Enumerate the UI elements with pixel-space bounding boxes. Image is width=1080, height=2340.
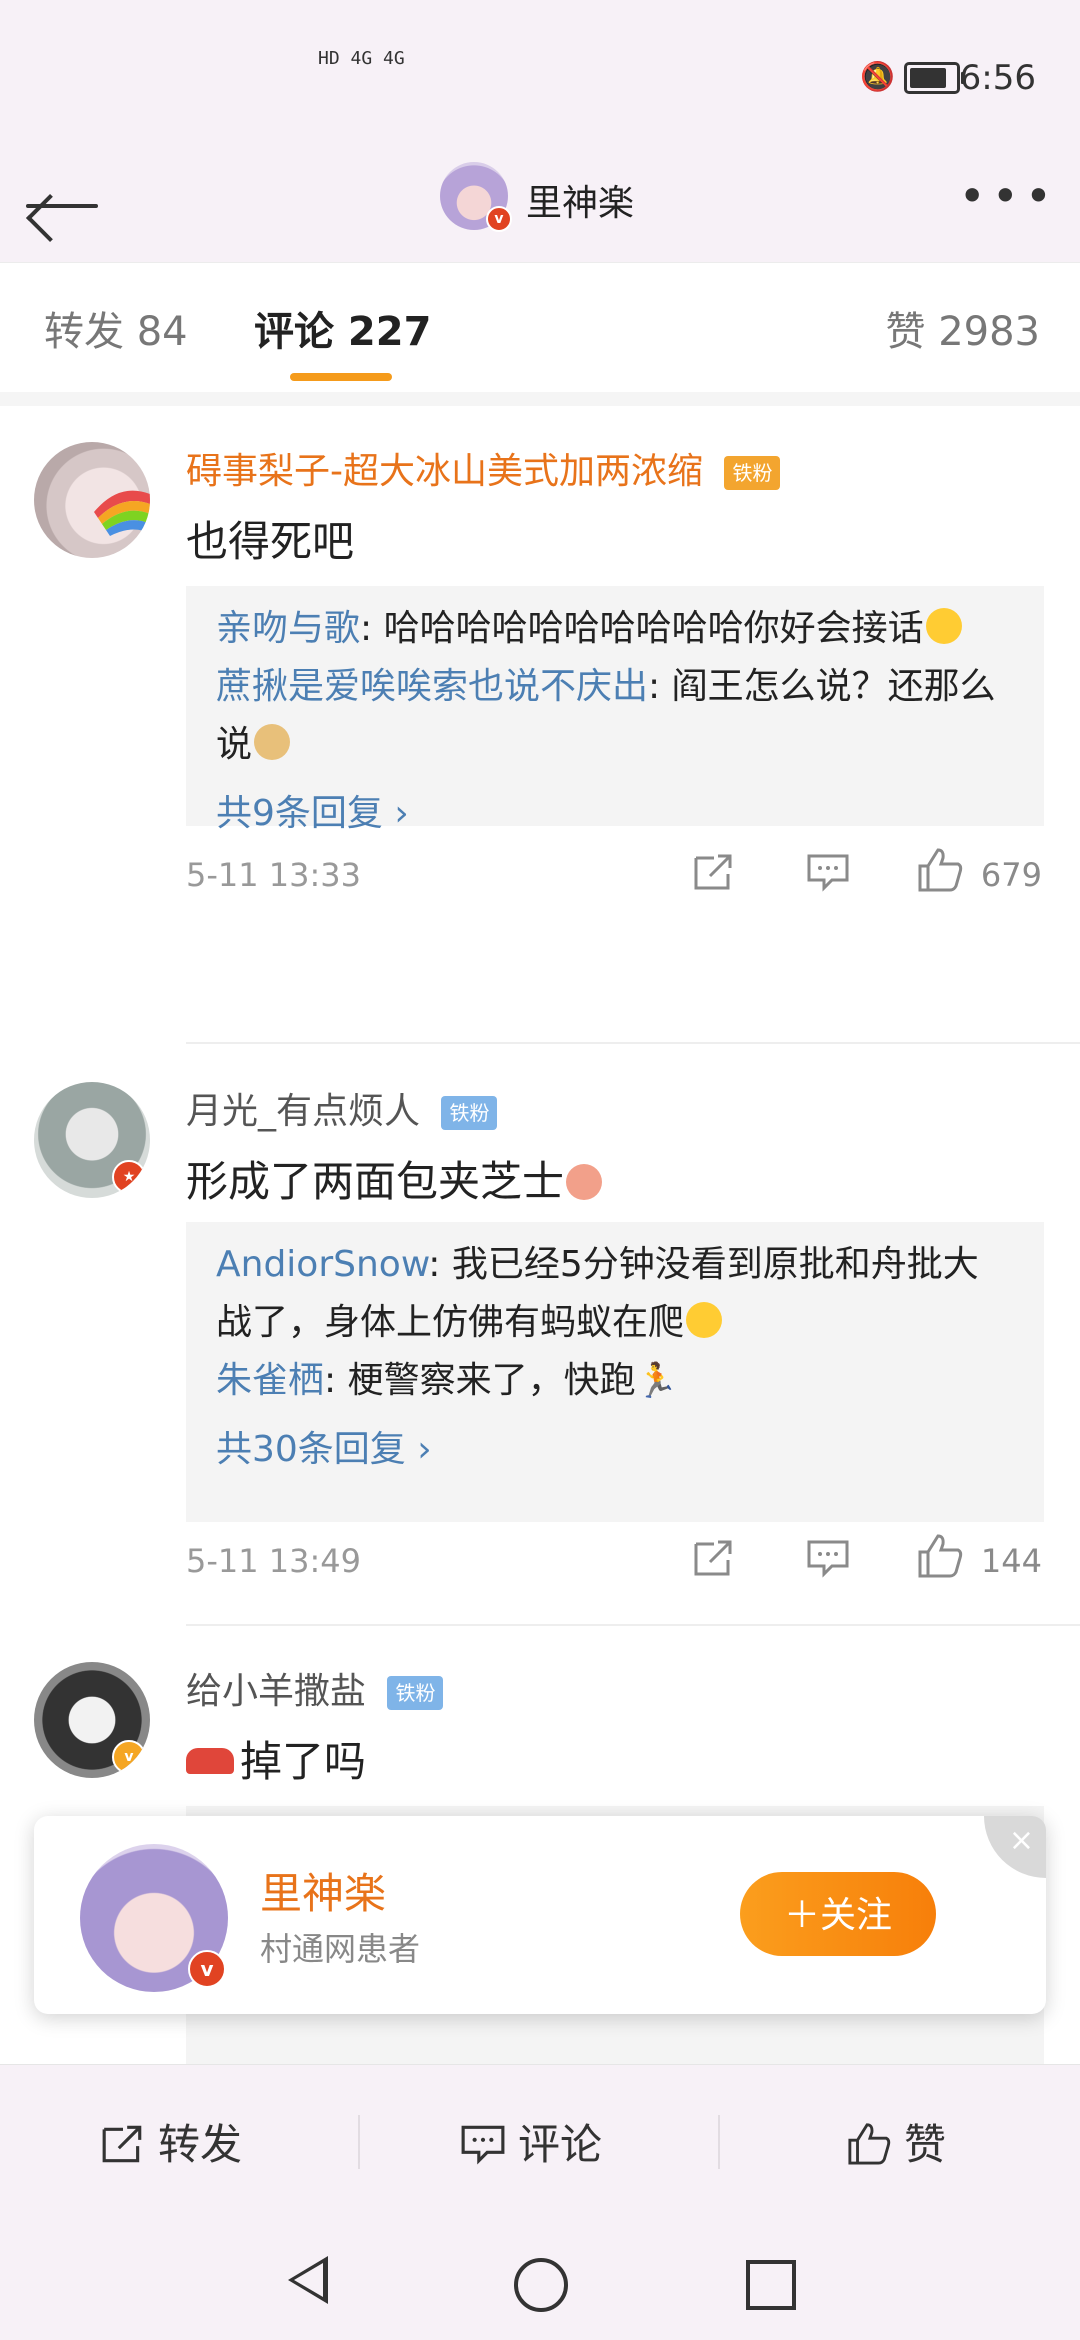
reply-button[interactable] xyxy=(806,852,850,892)
repost-button[interactable]: 转发 xyxy=(100,2111,242,2172)
battery-icon xyxy=(904,62,965,94)
reply-author[interactable]: 朱雀栖 xyxy=(216,1360,324,1401)
reply-item: 亲吻与歌: 哈哈哈哈哈哈哈哈哈哈你好会接话 xyxy=(186,586,1044,658)
nav-home-icon[interactable] xyxy=(514,2258,568,2312)
view-all-replies-link[interactable]: 共9条回复 › xyxy=(186,774,1044,836)
like-label: 赞 xyxy=(904,2120,947,2169)
verified-icon: v xyxy=(486,206,512,232)
comment-text: 形成了两面包夹芝士 xyxy=(186,1148,603,1209)
tab-bar: 转发 84 评论 227 赞 2983 xyxy=(0,262,1080,395)
fan-badge: 铁粉 xyxy=(387,1676,444,1710)
repost-label: 转发 xyxy=(158,2120,243,2169)
reply-button[interactable] xyxy=(806,1538,850,1578)
signal-indicator: HD 4G 4G xyxy=(318,48,405,69)
follow-card: v 里神楽 村通网患者 ＋关注 × xyxy=(34,1816,1046,2014)
comment-button[interactable]: 评论 xyxy=(460,2111,602,2172)
close-icon[interactable]: × xyxy=(984,1816,1046,1878)
header: v 里神楽 ••• xyxy=(0,150,1080,262)
tab-likes[interactable]: 赞 2983 xyxy=(885,299,1040,357)
sticker-emoji-icon xyxy=(566,1164,603,1200)
more-options-button[interactable]: ••• xyxy=(959,173,1058,219)
author-name[interactable]: 里神楽 xyxy=(260,1860,386,1921)
verified-icon: v xyxy=(112,1740,146,1774)
comment-username[interactable]: 碍事梨子-超大冰山美式加两浓缩 铁粉 xyxy=(186,442,781,494)
username-text[interactable]: 碍事梨子-超大冰山美式加两浓缩 xyxy=(186,451,703,492)
comment-time: 5-11 13:49 xyxy=(186,1542,362,1580)
comment-label: 评论 xyxy=(518,2120,603,2169)
divider xyxy=(186,1624,1080,1626)
comment-text-content: 掉了吗 xyxy=(240,1737,367,1786)
reply-author[interactable]: AndiorSnow xyxy=(216,1244,428,1285)
reply-item: AndiorSnow: 我已经5分钟没看到原批和舟批大战了，身体上仿佛有蚂蚁在爬 xyxy=(186,1222,1044,1352)
shoe-emoji-icon xyxy=(186,1748,234,1774)
like-button[interactable] xyxy=(916,1532,964,1578)
tab-active-indicator xyxy=(290,373,392,381)
comment-username[interactable]: 给小羊撒盐 铁粉 xyxy=(186,1662,444,1714)
reply-item: 朱雀栖: 梗警察来了，快跑🏃 xyxy=(186,1352,1044,1410)
avatar[interactable] xyxy=(34,442,150,558)
comment-text: 掉了吗 xyxy=(186,1728,366,1789)
comment-text-content: 形成了两面包夹芝士 xyxy=(186,1157,565,1206)
comment-text: 也得死吧 xyxy=(186,517,355,566)
verified-icon: ★ xyxy=(112,1160,146,1194)
author-avatar[interactable]: v xyxy=(440,162,512,232)
running-emoji-icon: 🏃 xyxy=(635,1361,678,1401)
avatar[interactable]: ★ xyxy=(34,1082,150,1198)
tab-repost[interactable]: 转发 84 xyxy=(44,299,188,357)
thumbs-up-icon xyxy=(846,2121,892,2165)
like-button[interactable]: 赞 xyxy=(846,2111,946,2172)
nav-recents-icon[interactable] xyxy=(746,2260,796,2310)
doge-emoji-icon xyxy=(254,724,291,760)
comment-username[interactable]: 月光_有点烦人 铁粉 xyxy=(186,1082,498,1134)
reply-text: : 梗警察来了，快跑 xyxy=(324,1360,636,1401)
follow-button[interactable]: ＋关注 xyxy=(740,1872,936,1956)
like-count: 679 xyxy=(980,856,1042,894)
like-button[interactable] xyxy=(916,846,964,892)
separator xyxy=(718,2115,720,2169)
fan-badge: 铁粉 xyxy=(441,1096,498,1130)
back-arrow-icon xyxy=(26,204,98,208)
author-avatar[interactable]: v xyxy=(80,1844,228,1992)
fan-badge: 铁粉 xyxy=(724,456,781,490)
avatar[interactable]: v xyxy=(34,1662,150,1778)
comment-icon xyxy=(460,2123,506,2165)
clock: 6:56 xyxy=(959,58,1036,98)
author-description: 村通网患者 xyxy=(260,1930,421,1968)
reply-item: 蔗揪是爱唉唉索也说不庆出: 阎王怎么说？还那么说 xyxy=(186,658,1044,774)
divider xyxy=(0,392,1080,406)
nav-back-icon[interactable] xyxy=(288,2256,328,2304)
reply-box[interactable]: AndiorSnow: 我已经5分钟没看到原批和舟批大战了，身体上仿佛有蚂蚁在爬… xyxy=(186,1222,1044,1522)
tab-comments[interactable]: 评论 227 xyxy=(254,299,431,357)
laughing-emoji-icon xyxy=(925,608,962,644)
system-nav-bar xyxy=(0,2218,1080,2340)
comment-time: 5-11 13:33 xyxy=(186,856,362,894)
reply-text: : 哈哈哈哈哈哈哈哈哈哈你好会接话 xyxy=(360,608,924,649)
reply-box[interactable]: 亲吻与歌: 哈哈哈哈哈哈哈哈哈哈你好会接话 蔗揪是爱唉唉索也说不庆出: 阎王怎么… xyxy=(186,586,1044,834)
share-button[interactable] xyxy=(692,852,736,892)
share-button[interactable] xyxy=(692,1538,736,1578)
sweat-smile-emoji-icon xyxy=(686,1302,723,1338)
verified-icon: v xyxy=(188,1950,226,1988)
divider xyxy=(186,1042,1080,1044)
username-text[interactable]: 月光_有点烦人 xyxy=(186,1091,420,1132)
reply-author[interactable]: 蔗揪是爱唉唉索也说不庆出 xyxy=(216,666,648,707)
top-bar: HD 4G 4G 🔕 6:56 v 里神楽 ••• xyxy=(0,0,1080,262)
view-all-replies-link[interactable]: 共30条回复 › xyxy=(186,1410,1044,1472)
separator xyxy=(358,2115,360,2169)
username-text[interactable]: 给小羊撒盐 xyxy=(186,1671,366,1712)
mute-icon: 🔕 xyxy=(860,60,895,93)
page-title[interactable]: 里神楽 xyxy=(526,174,634,226)
back-button[interactable] xyxy=(26,180,106,232)
share-icon xyxy=(100,2123,146,2165)
status-bar: HD 4G 4G 🔕 6:56 xyxy=(0,0,1080,150)
reply-author[interactable]: 亲吻与歌 xyxy=(216,608,360,649)
like-count: 144 xyxy=(980,1542,1042,1580)
bottom-action-bar: 转发 评论 赞 xyxy=(0,2064,1080,2219)
